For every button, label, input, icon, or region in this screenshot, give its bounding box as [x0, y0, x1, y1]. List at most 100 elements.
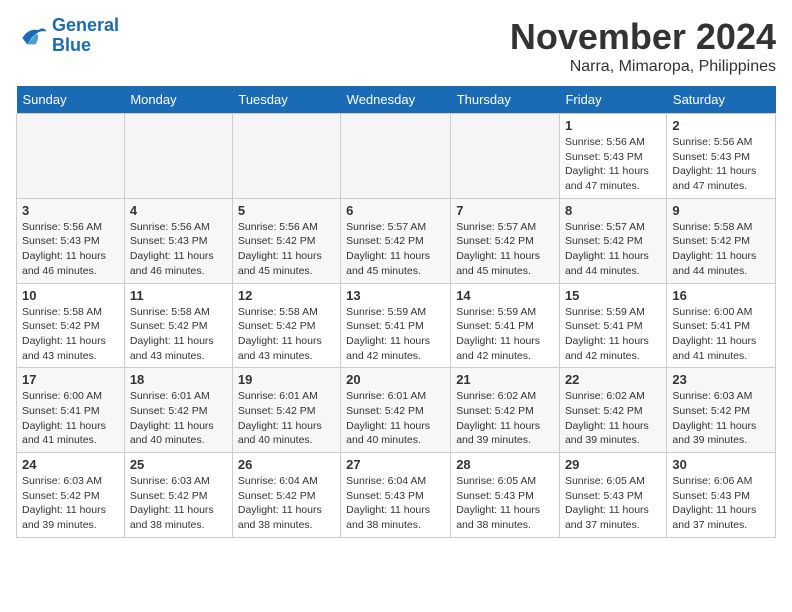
day-number: 18 [130, 372, 227, 387]
day-info: Sunrise: 6:02 AM Sunset: 5:42 PM Dayligh… [565, 389, 661, 448]
day-number: 25 [130, 457, 227, 472]
day-info: Sunrise: 5:56 AM Sunset: 5:43 PM Dayligh… [672, 135, 770, 194]
day-number: 14 [456, 288, 554, 303]
day-info: Sunrise: 5:56 AM Sunset: 5:43 PM Dayligh… [130, 220, 227, 279]
day-info: Sunrise: 6:01 AM Sunset: 5:42 PM Dayligh… [130, 389, 227, 448]
day-info: Sunrise: 6:04 AM Sunset: 5:42 PM Dayligh… [238, 474, 335, 533]
calendar-cell: 5 Sunrise: 5:56 AM Sunset: 5:42 PM Daylig… [232, 198, 340, 283]
day-info: Sunrise: 5:57 AM Sunset: 5:42 PM Dayligh… [346, 220, 445, 279]
day-info: Sunrise: 5:56 AM Sunset: 5:42 PM Dayligh… [238, 220, 335, 279]
day-number: 24 [22, 457, 119, 472]
calendar-cell: 7 Sunrise: 5:57 AM Sunset: 5:42 PM Daylig… [451, 198, 560, 283]
calendar-cell: 8Sunrise: 5:57 AM Sunset: 5:42 PM Daylig… [559, 198, 666, 283]
day-info: Sunrise: 5:59 AM Sunset: 5:41 PM Dayligh… [456, 305, 554, 364]
page-header: General Blue November 2024 Narra, Mimaro… [16, 16, 776, 76]
calendar-row-3: 17 Sunrise: 6:00 AM Sunset: 5:41 PM Dayli… [17, 368, 776, 453]
day-info: Sunrise: 5:59 AM Sunset: 5:41 PM Dayligh… [346, 305, 445, 364]
header-row: SundayMondayTuesdayWednesdayThursdayFrid… [17, 86, 776, 114]
day-info: Sunrise: 5:58 AM Sunset: 5:42 PM Dayligh… [672, 220, 770, 279]
calendar-cell: 10Sunrise: 5:58 AM Sunset: 5:42 PM Dayli… [17, 283, 125, 368]
day-info: Sunrise: 5:59 AM Sunset: 5:41 PM Dayligh… [565, 305, 661, 364]
calendar-cell: 14 Sunrise: 5:59 AM Sunset: 5:41 PM Dayli… [451, 283, 560, 368]
day-info: Sunrise: 5:57 AM Sunset: 5:42 PM Dayligh… [565, 220, 661, 279]
day-info: Sunrise: 6:00 AM Sunset: 5:41 PM Dayligh… [22, 389, 119, 448]
day-number: 9 [672, 203, 770, 218]
calendar-cell: 11Sunrise: 5:58 AM Sunset: 5:42 PM Dayli… [124, 283, 232, 368]
logo-text: General Blue [52, 16, 119, 56]
day-number: 4 [130, 203, 227, 218]
calendar-cell: 18 Sunrise: 6:01 AM Sunset: 5:42 PM Dayli… [124, 368, 232, 453]
calendar-cell: 22Sunrise: 6:02 AM Sunset: 5:42 PM Dayli… [559, 368, 666, 453]
day-info: Sunrise: 5:56 AM Sunset: 5:43 PM Dayligh… [565, 135, 661, 194]
logo: General Blue [16, 16, 119, 56]
calendar-cell [451, 114, 560, 199]
day-number: 20 [346, 372, 445, 387]
header-tuesday: Tuesday [232, 86, 340, 114]
calendar-row-4: 24 Sunrise: 6:03 AM Sunset: 5:42 PM Dayli… [17, 453, 776, 538]
month-title: November 2024 [510, 16, 776, 58]
calendar-cell: 12 Sunrise: 5:58 AM Sunset: 5:42 PM Dayli… [232, 283, 340, 368]
day-info: Sunrise: 5:58 AM Sunset: 5:42 PM Dayligh… [22, 305, 119, 364]
day-number: 27 [346, 457, 445, 472]
day-number: 28 [456, 457, 554, 472]
calendar-cell: 16 Sunrise: 6:00 AM Sunset: 5:41 PM Dayli… [667, 283, 776, 368]
calendar-cell: 13 Sunrise: 5:59 AM Sunset: 5:41 PM Dayli… [341, 283, 451, 368]
calendar-cell: 17 Sunrise: 6:00 AM Sunset: 5:41 PM Dayli… [17, 368, 125, 453]
day-info: Sunrise: 6:02 AM Sunset: 5:42 PM Dayligh… [456, 389, 554, 448]
calendar-row-1: 3 Sunrise: 5:56 AM Sunset: 5:43 PM Daylig… [17, 198, 776, 283]
day-number: 1 [565, 118, 661, 133]
day-info: Sunrise: 5:58 AM Sunset: 5:42 PM Dayligh… [130, 305, 227, 364]
day-info: Sunrise: 6:03 AM Sunset: 5:42 PM Dayligh… [672, 389, 770, 448]
day-number: 13 [346, 288, 445, 303]
day-number: 2 [672, 118, 770, 133]
calendar-cell: 19 Sunrise: 6:01 AM Sunset: 5:42 PM Dayli… [232, 368, 340, 453]
day-number: 3 [22, 203, 119, 218]
calendar-table: SundayMondayTuesdayWednesdayThursdayFrid… [16, 86, 776, 538]
header-sunday: Sunday [17, 86, 125, 114]
day-number: 16 [672, 288, 770, 303]
calendar-row-0: 1 Sunrise: 5:56 AM Sunset: 5:43 PM Daylig… [17, 114, 776, 199]
title-section: November 2024 Narra, Mimaropa, Philippin… [510, 16, 776, 76]
calendar-cell: 23 Sunrise: 6:03 AM Sunset: 5:42 PM Dayli… [667, 368, 776, 453]
day-info: Sunrise: 6:06 AM Sunset: 5:43 PM Dayligh… [672, 474, 770, 533]
day-number: 12 [238, 288, 335, 303]
calendar-row-2: 10Sunrise: 5:58 AM Sunset: 5:42 PM Dayli… [17, 283, 776, 368]
header-saturday: Saturday [667, 86, 776, 114]
header-monday: Monday [124, 86, 232, 114]
calendar-cell: 28 Sunrise: 6:05 AM Sunset: 5:43 PM Dayli… [451, 453, 560, 538]
day-number: 7 [456, 203, 554, 218]
day-info: Sunrise: 6:01 AM Sunset: 5:42 PM Dayligh… [346, 389, 445, 448]
day-info: Sunrise: 5:57 AM Sunset: 5:42 PM Dayligh… [456, 220, 554, 279]
calendar-cell [17, 114, 125, 199]
calendar-cell: 27Sunrise: 6:04 AM Sunset: 5:43 PM Dayli… [341, 453, 451, 538]
day-number: 29 [565, 457, 661, 472]
calendar-cell: 20 Sunrise: 6:01 AM Sunset: 5:42 PM Dayli… [341, 368, 451, 453]
calendar-cell: 25 Sunrise: 6:03 AM Sunset: 5:42 PM Dayli… [124, 453, 232, 538]
day-info: Sunrise: 6:05 AM Sunset: 5:43 PM Dayligh… [456, 474, 554, 533]
location: Narra, Mimaropa, Philippines [510, 58, 776, 76]
day-number: 5 [238, 203, 335, 218]
calendar-cell: 15 Sunrise: 5:59 AM Sunset: 5:41 PM Dayli… [559, 283, 666, 368]
calendar-cell: 26 Sunrise: 6:04 AM Sunset: 5:42 PM Dayli… [232, 453, 340, 538]
day-number: 19 [238, 372, 335, 387]
header-friday: Friday [559, 86, 666, 114]
day-info: Sunrise: 6:03 AM Sunset: 5:42 PM Dayligh… [130, 474, 227, 533]
day-info: Sunrise: 5:58 AM Sunset: 5:42 PM Dayligh… [238, 305, 335, 364]
calendar-cell [232, 114, 340, 199]
calendar-cell: 6Sunrise: 5:57 AM Sunset: 5:42 PM Daylig… [341, 198, 451, 283]
day-number: 17 [22, 372, 119, 387]
day-number: 15 [565, 288, 661, 303]
calendar-cell: 3Sunrise: 5:56 AM Sunset: 5:43 PM Daylig… [17, 198, 125, 283]
calendar-cell: 30Sunrise: 6:06 AM Sunset: 5:43 PM Dayli… [667, 453, 776, 538]
logo-icon [16, 22, 48, 50]
calendar-cell: 4 Sunrise: 5:56 AM Sunset: 5:43 PM Daylig… [124, 198, 232, 283]
day-number: 26 [238, 457, 335, 472]
calendar-cell [341, 114, 451, 199]
day-number: 23 [672, 372, 770, 387]
day-info: Sunrise: 6:01 AM Sunset: 5:42 PM Dayligh… [238, 389, 335, 448]
day-info: Sunrise: 6:05 AM Sunset: 5:43 PM Dayligh… [565, 474, 661, 533]
day-info: Sunrise: 6:03 AM Sunset: 5:42 PM Dayligh… [22, 474, 119, 533]
calendar-cell: 29 Sunrise: 6:05 AM Sunset: 5:43 PM Dayli… [559, 453, 666, 538]
header-wednesday: Wednesday [341, 86, 451, 114]
day-info: Sunrise: 6:00 AM Sunset: 5:41 PM Dayligh… [672, 305, 770, 364]
